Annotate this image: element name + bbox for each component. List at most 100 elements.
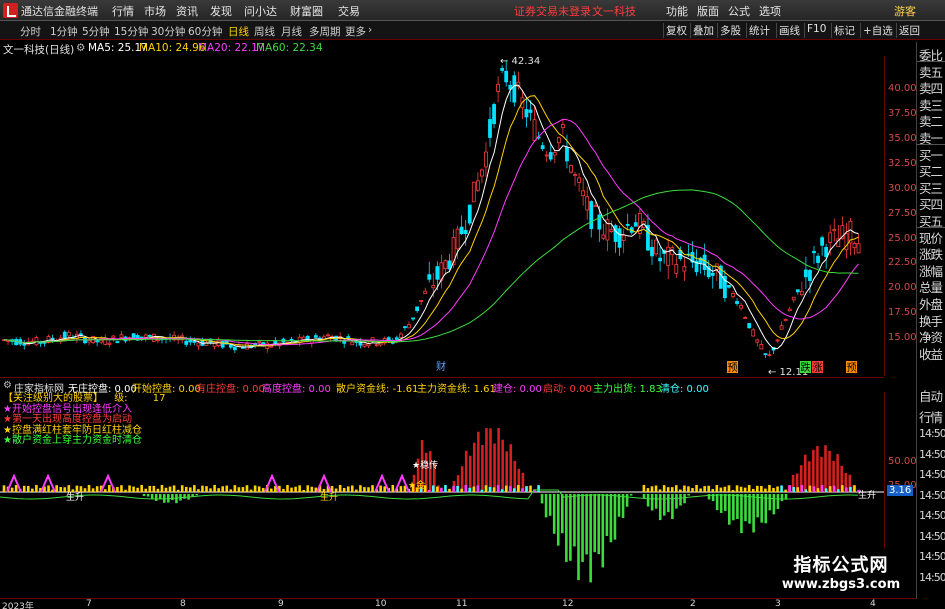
period-daily[interactable]: 日线 xyxy=(228,24,249,39)
candle-body xyxy=(500,68,505,71)
price-tick: 30.00 xyxy=(888,182,917,194)
green-column xyxy=(650,494,654,511)
period-30min[interactable]: 30分钟 xyxy=(151,24,185,39)
green-column xyxy=(679,494,682,506)
candle-body xyxy=(775,339,780,342)
period-weekly[interactable]: 周线 xyxy=(254,24,275,39)
candle-body xyxy=(111,335,116,339)
watermark-title: 指标公式网 xyxy=(793,555,889,576)
small-bar xyxy=(747,485,751,492)
period-60min[interactable]: 60分钟 xyxy=(188,24,222,39)
add-watchlist-button[interactable]: +自选 xyxy=(860,23,895,38)
settings-gear-icon[interactable]: ⚙ xyxy=(76,42,85,54)
red-column xyxy=(477,431,480,492)
candle-body xyxy=(633,222,638,227)
small-bar xyxy=(743,487,747,492)
options-button[interactable]: 选项 xyxy=(759,3,781,19)
small-bar xyxy=(359,485,362,492)
small-bar xyxy=(116,486,119,492)
green-column xyxy=(183,494,186,499)
menu-shichang[interactable]: 市场 xyxy=(144,3,166,19)
period-multi[interactable]: 多周期 xyxy=(309,24,341,39)
green-column xyxy=(707,494,711,500)
legend-title: 【关注级别大的股票】 xyxy=(3,393,103,404)
period-fenshi[interactable]: 分时 xyxy=(20,24,41,39)
overlay-button[interactable]: 叠加 xyxy=(690,23,716,38)
auto-quote-toggle[interactable]: 行情 xyxy=(919,407,943,426)
period-5min[interactable]: 5分钟 xyxy=(82,24,110,39)
menu-faxian[interactable]: 发现 xyxy=(210,3,232,19)
formula-button[interactable]: 公式 xyxy=(728,3,750,19)
date-tick-12: 12 xyxy=(562,599,574,609)
stock-title[interactable]: 文一科技(日线) xyxy=(3,42,74,57)
menu-caifuquan[interactable]: 财富圈 xyxy=(290,3,323,19)
menu-jiaoyi[interactable]: 交易 xyxy=(338,3,360,19)
red-column xyxy=(812,449,815,492)
small-bar xyxy=(699,488,702,492)
menu-hangqing[interactable]: 行情 xyxy=(112,3,134,19)
green-column xyxy=(772,494,776,515)
candle-body xyxy=(83,337,87,344)
green-column xyxy=(585,494,588,555)
candle-body xyxy=(759,344,764,350)
small-bar xyxy=(67,485,71,492)
small-bar xyxy=(723,486,727,492)
green-column xyxy=(548,494,552,516)
function-button[interactable]: 功能 xyxy=(666,3,688,19)
candle-body xyxy=(755,339,760,343)
small-bar xyxy=(841,485,844,492)
mark-button[interactable]: 标记 xyxy=(831,23,857,38)
legend-level-value: 17 xyxy=(152,393,166,404)
small-bar xyxy=(363,487,366,492)
candle-body xyxy=(832,229,837,232)
small-bar xyxy=(440,487,443,492)
menu-wenxiaoda[interactable]: 问小达 xyxy=(244,3,277,19)
small-bar xyxy=(371,485,374,492)
small-bar xyxy=(666,487,670,492)
period-15min[interactable]: 15分钟 xyxy=(114,24,148,39)
small-bar xyxy=(772,487,775,492)
small-bar xyxy=(108,485,111,492)
candle-body xyxy=(155,339,160,342)
small-bar xyxy=(650,486,654,492)
green-column xyxy=(752,494,755,533)
candle-body xyxy=(743,317,748,319)
back-button[interactable]: 返回 xyxy=(896,23,922,38)
indicator-settings-icon[interactable]: ⚙ xyxy=(3,380,12,391)
f10-button[interactable]: F10 xyxy=(804,23,828,38)
candle-body xyxy=(674,263,679,274)
login-notice[interactable]: 证券交易未登录 xyxy=(514,3,591,19)
menu-zixun[interactable]: 资讯 xyxy=(176,3,198,19)
layout-button[interactable]: 版面 xyxy=(697,3,719,19)
statistics-button[interactable]: 统计 xyxy=(746,23,772,38)
small-bar xyxy=(302,489,305,492)
candle-body xyxy=(552,152,557,156)
small-bar xyxy=(711,489,715,492)
candle-body xyxy=(492,104,496,125)
period-more[interactable]: 更多 xyxy=(345,24,366,39)
candle-body xyxy=(804,269,808,278)
multi-stock-button[interactable]: 多股 xyxy=(717,23,743,38)
price-axis: 40.00 37.50 35.00 32.50 30.00 27.50 25.00 22.50… xyxy=(884,56,917,376)
green-column xyxy=(642,494,646,499)
period-monthly[interactable]: 月线 xyxy=(281,24,302,39)
candlestick-chart[interactable]: ← 42.34← 12.11财预跌涨预 xyxy=(0,56,884,376)
small-bar xyxy=(768,485,771,492)
mark-wenchuan: ★稳传 xyxy=(412,459,438,471)
small-bar xyxy=(144,488,148,492)
draw-line-button[interactable]: 画线 xyxy=(776,23,802,38)
period-1min[interactable]: 1分钟 xyxy=(50,24,78,39)
ma60-value: MA60: 22.34 xyxy=(256,42,323,54)
quote-field-18[interactable]: 收益 xyxy=(919,344,943,363)
event-mark-yu: 预 xyxy=(728,362,738,374)
guest-label[interactable]: 游客 xyxy=(894,3,916,19)
more-chevron-icon[interactable]: › xyxy=(368,24,372,36)
tick-time: 14:50 xyxy=(919,509,945,522)
auto-quote-toggle[interactable]: 自动 xyxy=(919,386,943,405)
small-bar xyxy=(193,485,196,492)
green-column xyxy=(146,494,150,497)
small-bar xyxy=(460,488,463,492)
adjust-button[interactable]: 复权 xyxy=(663,23,689,38)
small-bar xyxy=(780,485,783,492)
small-bar xyxy=(334,488,338,492)
